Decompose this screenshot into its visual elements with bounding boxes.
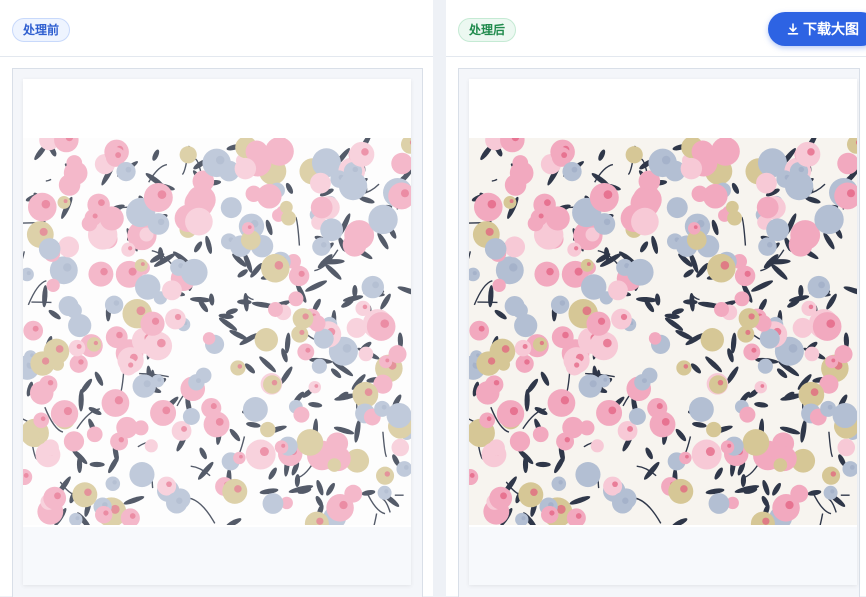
before-tag: 处理前: [12, 18, 71, 42]
after-tag: 处理后: [458, 18, 517, 42]
before-image-frame: [12, 68, 423, 597]
after-panel-header: 处理后 下载大图: [446, 0, 866, 57]
before-image: [23, 138, 411, 525]
before-image-card: [23, 79, 411, 585]
download-button[interactable]: 下载大图: [768, 12, 866, 46]
after-image-frame: [458, 68, 860, 597]
before-panel-header: 处理前: [0, 0, 433, 57]
after-card-footer: [469, 527, 857, 585]
after-image-card: [469, 79, 857, 585]
after-image: [469, 138, 857, 525]
download-label: 下载大图: [803, 22, 859, 38]
before-card-footer: [23, 527, 411, 585]
after-panel: 处理后 下载大图: [446, 0, 866, 597]
before-panel: 处理前: [0, 0, 433, 597]
download-icon: [787, 23, 799, 35]
